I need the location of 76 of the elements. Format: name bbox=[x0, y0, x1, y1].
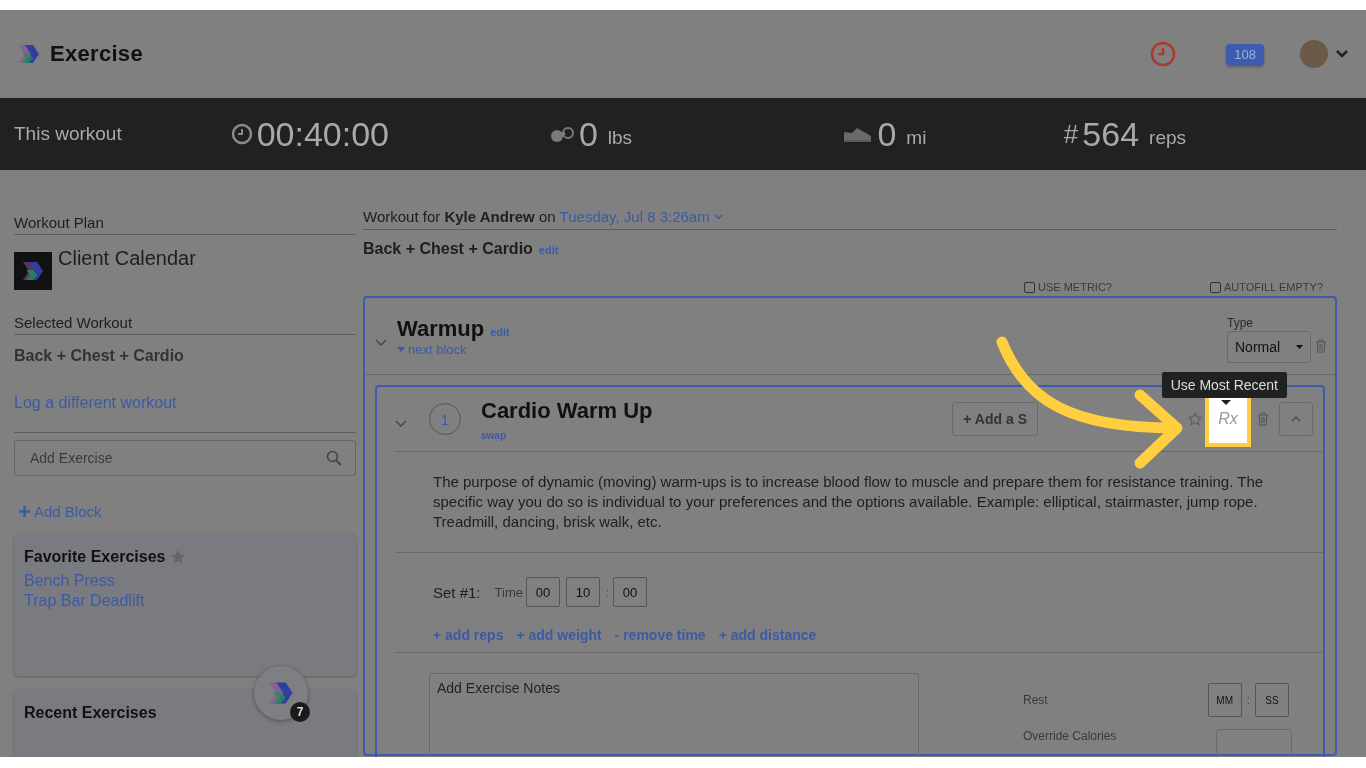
stat-unit: reps bbox=[1149, 127, 1187, 149]
set-action-link[interactable]: + add weight bbox=[516, 627, 602, 643]
stat-value: 0 bbox=[877, 114, 897, 154]
option-label: USE METRIC? bbox=[1038, 281, 1112, 293]
stat-unit: mi bbox=[906, 127, 927, 149]
time-separator: : bbox=[605, 586, 609, 598]
calories-field[interactable] bbox=[1216, 729, 1292, 757]
stat-value: 564 bbox=[1082, 114, 1140, 154]
trash-icon bbox=[1257, 412, 1269, 426]
time-field[interactable]: 00 bbox=[525, 577, 560, 607]
card-title: Recent Exercises bbox=[24, 704, 157, 722]
chevron-up-icon bbox=[1291, 416, 1301, 422]
caret-down-icon bbox=[397, 346, 405, 352]
rest-field[interactable]: SS bbox=[1255, 683, 1289, 717]
set-action-link[interactable]: + add reps bbox=[433, 627, 504, 643]
card-title: Favorite Exercises bbox=[24, 548, 166, 566]
set-action-link[interactable]: - remove time bbox=[614, 627, 706, 643]
app-title: Exercise bbox=[50, 41, 143, 67]
app-logo-icon bbox=[16, 42, 42, 66]
notes-field[interactable]: Add Exercise Notes bbox=[429, 673, 919, 757]
time-separator: : bbox=[1246, 693, 1250, 707]
add-set-button[interactable]: + Add a S bbox=[952, 402, 1038, 436]
selected-workout-name: Back + Chest + Cardio bbox=[14, 347, 185, 365]
option-checkbox[interactable]: USE METRIC? bbox=[1024, 280, 1112, 294]
notification-count-badge[interactable]: 108 bbox=[1226, 43, 1264, 65]
tooltip-pointer bbox=[1221, 400, 1231, 405]
stat-value: 00:40:00 bbox=[256, 114, 389, 154]
favorite-exercise-link[interactable]: Bench Press bbox=[24, 571, 346, 591]
option-checkbox[interactable]: AUTOFILL EMPTY? bbox=[1209, 280, 1323, 294]
plan-name: Client Calendar bbox=[58, 247, 196, 271]
caret-icon bbox=[713, 213, 723, 220]
rest-label: Rest bbox=[1023, 693, 1048, 707]
search-field[interactable]: Add Exercise bbox=[14, 440, 356, 476]
set-action-link[interactable]: + add distance bbox=[718, 627, 817, 643]
stat-value: 0 bbox=[578, 114, 598, 154]
time-field[interactable]: 00 bbox=[613, 577, 647, 607]
block-title: Warmup bbox=[397, 315, 485, 342]
workout-name: Back + Chest + Cardio bbox=[363, 240, 533, 258]
edit-link[interactable]: edit bbox=[490, 325, 510, 338]
add-block-link[interactable]: Add Block bbox=[19, 503, 102, 520]
section-heading: Selected Workout bbox=[14, 314, 356, 335]
option-label: AUTOFILL EMPTY? bbox=[1223, 281, 1323, 293]
type-select[interactable]: Normal bbox=[1227, 330, 1311, 363]
type-label: Type bbox=[1227, 315, 1254, 330]
chevron-down-icon bbox=[375, 339, 387, 347]
chevron-down-icon bbox=[1336, 50, 1348, 58]
time-label: Time bbox=[494, 584, 523, 600]
caret-down-icon bbox=[1296, 344, 1303, 349]
change-workout-link[interactable]: Log a different workout bbox=[14, 394, 356, 433]
time-field[interactable]: 10 bbox=[565, 577, 600, 607]
tooltip: Use Most Recent bbox=[1161, 372, 1287, 398]
logo-icon bbox=[20, 259, 46, 283]
edit-link[interactable]: edit bbox=[538, 244, 559, 256]
clock-icon bbox=[1150, 41, 1177, 67]
next-block-link[interactable]: next block bbox=[397, 341, 510, 357]
set-label: Set #1: bbox=[433, 583, 481, 601]
exercise-description: The purpose of dynamic (moving) warm-ups is to increase blood flow to muscle and prepare them for resistance training. The specific way you do so is individual to your preferences and the options available. Example: elliptical, stairmaster, jump rope. Treadmill, dancing, brisk walk, etc. bbox=[395, 452, 1323, 553]
checkbox[interactable] bbox=[1209, 281, 1221, 293]
date-link[interactable]: Tuesday, Jul 8 3:26am bbox=[559, 208, 723, 225]
section-heading: Workout Plan bbox=[14, 214, 356, 235]
plus-icon bbox=[19, 506, 30, 517]
trash-icon bbox=[1315, 339, 1327, 353]
calories-label: Override Calories bbox=[1023, 729, 1117, 743]
clock-icon bbox=[230, 123, 253, 145]
search-icon bbox=[326, 450, 342, 466]
hash-symbol: # bbox=[1063, 118, 1079, 150]
star-icon bbox=[170, 549, 187, 565]
chevron-down-icon bbox=[395, 420, 407, 428]
stats-label: This workout bbox=[14, 123, 123, 145]
exercise-title: Cardio Warm Up bbox=[481, 397, 653, 424]
favorite-exercise-link[interactable]: Trap Bar Deadlift bbox=[24, 591, 346, 611]
checkbox[interactable] bbox=[1024, 281, 1035, 293]
workout-heading: Workout for Kyle Andrew on bbox=[363, 208, 556, 225]
swap-link[interactable]: swap bbox=[481, 429, 653, 441]
rest-field[interactable]: MM bbox=[1207, 683, 1242, 717]
stat-unit: lbs bbox=[607, 127, 633, 149]
